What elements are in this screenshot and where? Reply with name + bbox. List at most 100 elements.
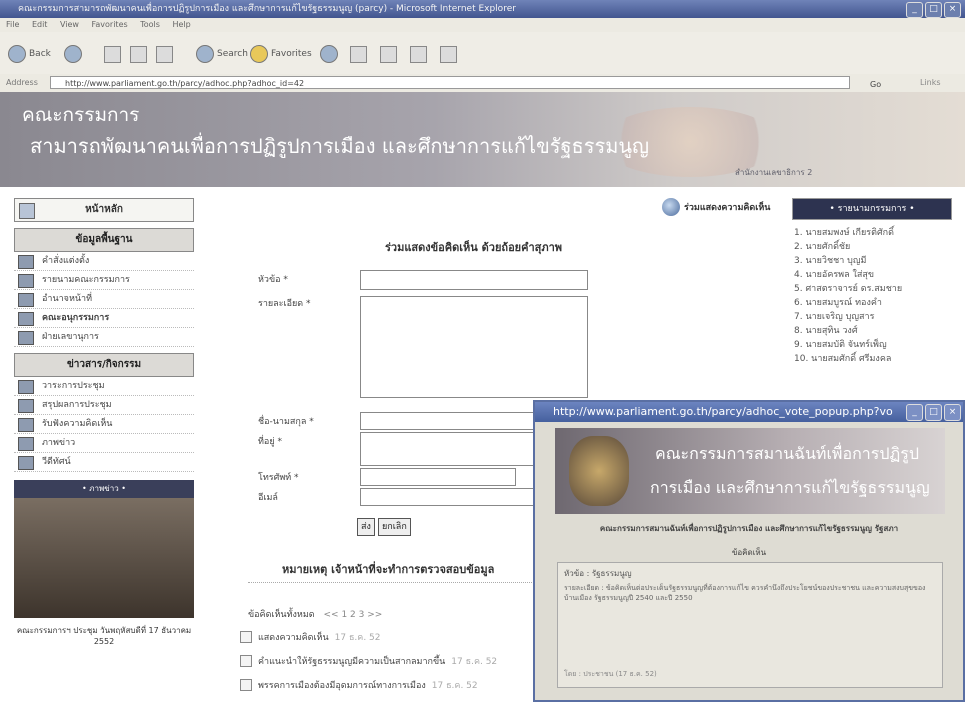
note-text: หมายเหตุ เจ้าหน้าที่จะทำการตรวจสอบข้อมูล [282,563,495,576]
popup-maximize-button[interactable]: □ [925,404,942,421]
cancel-button[interactable]: ยกเลิก [378,518,411,536]
sidebar-item-duties[interactable]: อำนาจหน้าที่ [14,290,194,309]
popup-topic: หัวข้อ : รัฐธรรมนูญ [564,569,632,578]
menu-bar: File Edit View Favorites Tools Help [0,18,965,32]
comment-item[interactable]: คำแนะนำให้รัฐธรรมนูญมีความเป็นสากลมากขึ้… [240,654,497,668]
member-item[interactable]: 4. นายอัครพล ใส่สุข [794,268,952,282]
back-button[interactable]: Back [8,44,51,64]
favorites-button[interactable]: Favorites [250,44,312,64]
member-item[interactable]: 1. นายสมพงษ์ เกียรติศักดิ์ [794,226,952,240]
sidebar-item-agenda[interactable]: วาระการประชุม [14,377,194,396]
refresh-icon [130,45,147,63]
form-title: ร่วมแสดงข้อคิดเห็น ด้วยถ้อยคำสุภาพ [385,241,563,254]
sidebar-item-secretariat[interactable]: ฝ่ายเลขานุการ [14,328,194,347]
home-button[interactable] [156,44,173,64]
video-icon [18,456,34,470]
links-button[interactable]: Links [920,74,941,92]
right-sidebar: • รายนามกรรมการ • 1. นายสมพงษ์ เกียรติศั… [792,198,952,366]
people-icon [18,274,34,288]
member-item[interactable]: 6. นายสมบูรณ์ ทองคำ [794,296,952,310]
discuss-icon [440,45,457,63]
sidebar-home[interactable]: หน้าหลัก [14,198,194,222]
window-title: คณะกรรมการสามารถพัฒนาคนเพื่อการปฏิรูปการ… [18,4,516,14]
pagination[interactable]: << 1 2 3 >> [324,610,383,620]
calendar-icon [18,380,34,394]
member-item[interactable]: 2. นายศักดิ์ชัย [794,240,952,254]
minimize-button[interactable]: _ [906,2,923,18]
refresh-button[interactable] [130,44,147,64]
comment-item[interactable]: พรรคการเมืองต้องมีอุดมการณ์ทางการเมือง 17… [240,678,478,692]
subject-input[interactable] [360,270,588,290]
stop-icon [104,45,121,63]
sidebar-item-photos[interactable]: ภาพข่าว [14,434,194,453]
member-item[interactable]: 9. นายสมบัติ จันทร์เพ็ญ [794,338,952,352]
globe-icon [662,198,680,216]
popup-close-button[interactable]: × [944,404,961,421]
sidebar-item-video[interactable]: วีดีทัศน์ [14,453,194,472]
edit-icon [410,45,427,63]
details-textarea[interactable] [360,296,588,398]
popup-minimize-button[interactable]: _ [906,404,923,421]
stop-button[interactable] [104,44,121,64]
address-textarea[interactable] [360,432,556,466]
mail-button[interactable] [350,44,367,64]
address-bar: Address http://www.parliament.go.th/parc… [0,74,965,93]
menu-view[interactable]: View [60,20,79,29]
close-button[interactable]: × [944,2,961,18]
member-item[interactable]: 3. นายวิชชา บุญมี [794,254,952,268]
mail-icon [350,45,367,63]
popup-details: รายละเอียด : ข้อคิดเห็นต่อประเด็นรัฐธรรม… [564,584,926,602]
popup-banner-line2: การเมือง และศึกษาการแก้ไขรัฐธรรมนูญ [650,478,930,497]
discuss-button[interactable] [440,44,457,64]
sidebar-section-basic: ข้อมูลพื้นฐาน [14,228,194,252]
document-icon [18,293,34,307]
popup-footer: โดย : ประชาชน (17 ธ.ค. 52) [564,670,657,678]
popup-subtitle: คณะกรรมการสมานฉันท์เพื่อการปฏิรูปการเมือ… [599,524,899,533]
forward-button[interactable] [64,44,82,64]
address-input[interactable]: http://www.parliament.go.th/parcy/adhoc.… [50,76,850,89]
secretary-icon [18,331,34,345]
left-sidebar: หน้าหลัก ข้อมูลพื้นฐาน คำสั่งแต่งตั้ง รา… [14,198,194,646]
popup-banner: คณะกรรมการสมานฉันท์เพื่อการปฏิรูป การเมื… [555,428,945,514]
history-button[interactable] [320,44,338,64]
news-photo[interactable]: คณะกรรมการฯ ประชุม วันพฤหัสบดีที่ 17 ธัน… [14,498,194,646]
sidebar-item-feedback[interactable]: รับฟังความคิดเห็น [14,415,194,434]
members-list: 1. นายสมพงษ์ เกียรติศักดิ์ 2. นายศักดิ์ช… [794,226,952,366]
maximize-button[interactable]: □ [925,2,942,18]
banner-title: คณะกรรมการ [22,104,140,126]
forward-arrow-icon [64,45,82,63]
phone-input[interactable] [360,468,516,486]
menu-edit[interactable]: Edit [32,20,48,29]
menu-file[interactable]: File [6,20,19,29]
menu-favorites[interactable]: Favorites [92,20,128,29]
name-input[interactable] [360,412,556,430]
photo-news-header: • ภาพข่าว • [14,480,194,498]
search-button[interactable]: Search [196,44,248,64]
edit-button[interactable] [410,44,427,64]
sidebar-item-orders[interactable]: คำสั่งแต่งตั้ง [14,252,194,271]
sidebar-item-summary[interactable]: สรุปผลการประชุม [14,396,194,415]
address-label-field: ที่อยู่ * [258,437,282,447]
member-item[interactable]: 5. ศาสตราจารย์ ดร.สมชาย [794,282,952,296]
home-icon [19,203,35,219]
member-item[interactable]: 10. นายสมศักดิ์ ศรีมงคล [794,352,952,366]
email-input[interactable] [360,488,556,506]
print-button[interactable] [380,44,397,64]
join-comment-link[interactable]: ร่วมแสดงความคิดเห็น [662,198,770,216]
window-controls: _ □ × [906,2,961,18]
address-label: Address [6,78,38,87]
popup-heading: ข้อคิดเห็น [731,548,767,557]
comment-item[interactable]: แสดงความคิดเห็น 17 ธ.ค. 52 [240,630,381,644]
banner-office: สำนักงานเลขาธิการ 2 [735,168,813,177]
sidebar-item-members[interactable]: รายนามคณะกรรมการ [14,271,194,290]
star-icon [250,45,268,63]
member-item[interactable]: 8. นายสุทิน วงศ์ [794,324,952,338]
subject-label: หัวข้อ * [258,275,288,285]
pencil-icon [240,679,252,691]
member-item[interactable]: 7. นายเจริญ บุญสาร [794,310,952,324]
submit-button[interactable]: ส่ง [357,518,375,536]
sidebar-item-subcommittee[interactable]: คณะอนุกรรมการ [14,309,194,328]
menu-tools[interactable]: Tools [140,20,160,29]
menu-help[interactable]: Help [172,20,190,29]
popup-banner-line1: คณะกรรมการสมานฉันท์เพื่อการปฏิรูป [655,444,919,463]
